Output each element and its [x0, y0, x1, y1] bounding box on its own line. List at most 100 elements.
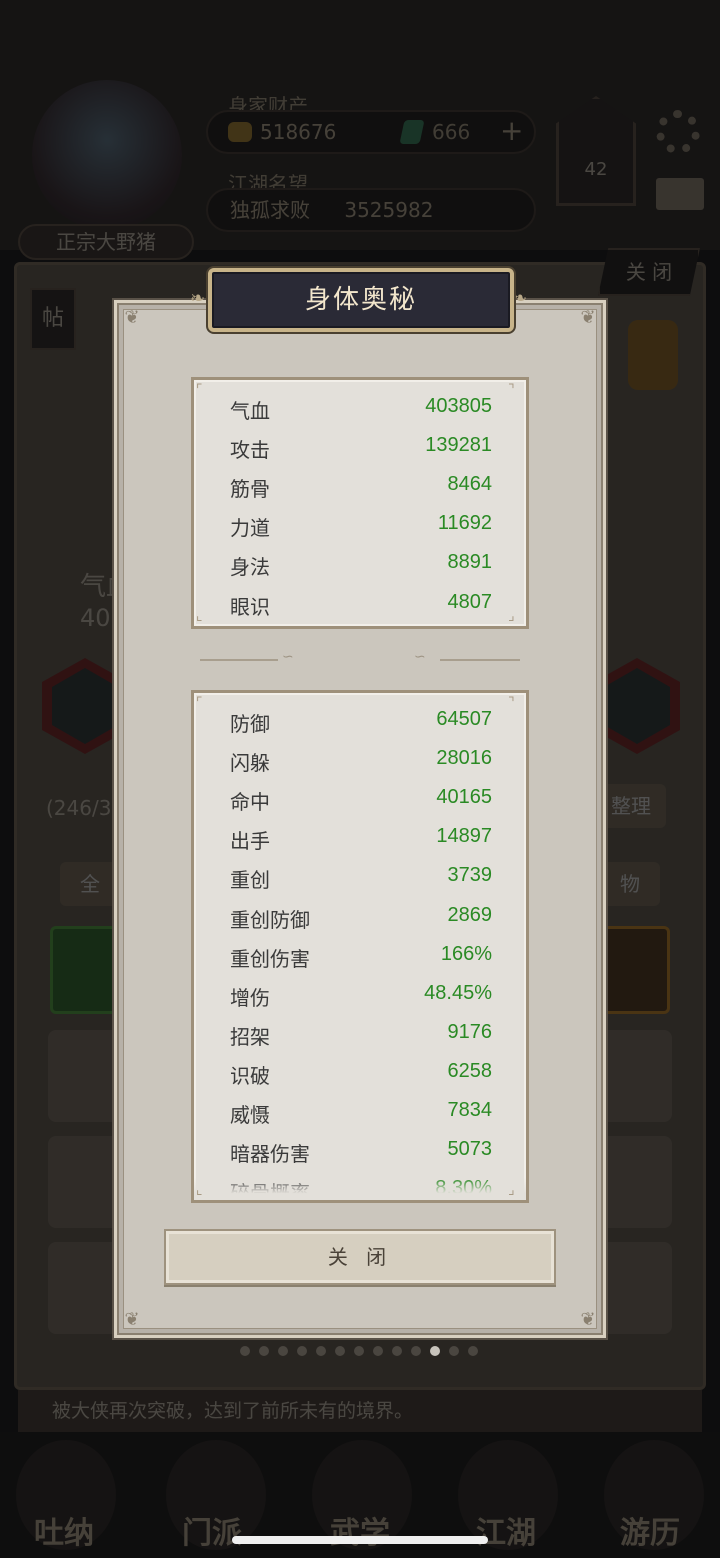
stat-row: 重创伤害 166% [230, 937, 492, 976]
stat-label: 闪躲 [230, 751, 270, 776]
nav-breathing-icon [16, 1440, 116, 1550]
box-corner-icon: ⌝ [508, 695, 515, 711]
stat-label: 增伤 [230, 985, 270, 1010]
stat-row: 出手 14897 [230, 819, 492, 858]
stat-label: 出手 [230, 829, 270, 854]
corner-ornament-icon: ❦ [124, 307, 140, 328]
tab-items: 物 [600, 862, 660, 906]
corner-ornament-icon: ❦ [124, 1309, 140, 1330]
box-corner-icon: ⌟ [508, 608, 515, 624]
assets-label: 身家财产 [228, 94, 308, 118]
dialog-title: 身体奥秘 [208, 268, 514, 332]
stat-label: 力道 [230, 516, 270, 541]
top-bar [0, 0, 720, 250]
stat-row: 防御 64507 [230, 702, 492, 741]
stat-row: 命中 40165 [230, 780, 492, 819]
stat-row: 闪躲 28016 [230, 741, 492, 780]
nav-travel-icon [604, 1440, 704, 1550]
stat-row: 识破 6258 [230, 1054, 492, 1093]
player-name: 正宗大野猪 [18, 224, 194, 260]
page-indicator [240, 1346, 478, 1356]
stat-value: 14897 [436, 825, 492, 848]
stat-value: 3739 [447, 864, 493, 887]
stat-label: 身法 [230, 555, 270, 580]
close-button[interactable]: 关 闭 [164, 1229, 556, 1285]
bag-count: (246/31 [46, 796, 125, 820]
level-value: 42 [584, 159, 608, 180]
mount-slot-right [594, 658, 680, 754]
stat-label: 防御 [230, 712, 270, 736]
stat-value: 48.45% [424, 981, 492, 1004]
stat-value: 64507 [436, 708, 492, 730]
tab-all: 全 [60, 862, 120, 906]
stat-label: 重创伤害 [230, 946, 310, 971]
stat-value: 6258 [447, 1059, 493, 1082]
item-slot-green [50, 926, 120, 1014]
stat-row: 眼识 4807 [230, 585, 492, 624]
page-dot [392, 1346, 402, 1356]
page-dot [411, 1346, 421, 1356]
panel-close-button: 关 闭 [598, 248, 700, 296]
stat-label: 暗器伤害 [230, 1142, 310, 1167]
fame-label: 江湖名望 [228, 172, 308, 196]
stat-label: 威慑 [230, 1103, 270, 1127]
divider-ornament-icon: ∽ [282, 649, 294, 665]
box-corner-icon: ⌜ [196, 382, 203, 398]
stat-label: 气血 [230, 399, 270, 423]
section-divider: ∽ ∽ [200, 649, 520, 665]
page-dot [278, 1346, 288, 1356]
box-corner-icon: ⌜ [196, 695, 203, 711]
stat-value: 8891 [447, 551, 493, 574]
stat-row: 威慑 7834 [230, 1093, 492, 1132]
stat-value: 8464 [447, 473, 493, 496]
sort-button: 整理 [596, 784, 666, 828]
item-slot-orange [600, 926, 670, 1014]
stat-label: 攻击 [230, 438, 270, 463]
stat-value: 4807 [447, 590, 493, 613]
title-flourish-icon: ❧ [512, 288, 528, 309]
stat-value: 11692 [437, 512, 492, 535]
box-corner-icon: ⌝ [508, 382, 515, 398]
jade-icon [399, 120, 425, 144]
nav-label: 武学 [330, 1516, 390, 1551]
mail-icon [656, 178, 704, 210]
stat-value: 5073 [447, 1138, 493, 1161]
stat-label: 重创防御 [230, 907, 310, 932]
currency-bar: 518676 [206, 110, 536, 154]
jade-amount: 666 [432, 120, 471, 144]
divider-line [200, 659, 278, 661]
stat-value: 28016 [436, 747, 492, 770]
lantern-icon [628, 320, 678, 390]
home-indicator[interactable] [232, 1536, 488, 1544]
advanced-stats-list[interactable]: ⌜ ⌝ 防御 64507 闪躲 28016 命中 40165 出手 14897 重创 3739 重创… [191, 690, 529, 1203]
fame-bar: 独孤求败 3525982 [206, 188, 536, 232]
page-dot [297, 1346, 307, 1356]
nav-label: 吐纳 [34, 1516, 94, 1551]
stat-label: 识破 [230, 1063, 270, 1088]
nav-sect-icon [166, 1440, 266, 1550]
stat-label: 命中 [230, 790, 270, 815]
page-dot [373, 1346, 383, 1356]
fame-value: 3525982 [344, 198, 434, 222]
avatar [32, 80, 182, 230]
corner-ornament-icon: ❦ [580, 307, 596, 328]
stat-value: 139281 [425, 434, 492, 457]
stat-label: 眼识 [230, 594, 270, 619]
page-dot [316, 1346, 326, 1356]
nav-martial-icon [312, 1440, 412, 1550]
stat-row: 身法 8891 [230, 545, 492, 584]
nav-label: 门派 [182, 1516, 242, 1551]
stat-value: 40165 [436, 786, 492, 809]
stat-row: 暗器伤害 5073 [230, 1132, 492, 1171]
divider-line [440, 659, 520, 661]
news-ticker: 被大侠再次突破，达到了前所未有的境界。 [18, 1390, 702, 1432]
add-currency-icon: + [500, 114, 524, 147]
stat-row: 重创防御 2869 [230, 898, 492, 937]
gear-icon [656, 110, 700, 154]
basic-stats-panel: ⌜ ⌝ ⌞ ⌟ 气血 403805 攻击 139281 筋骨 8464 力道 11692 身法 8… [191, 377, 529, 629]
divider-ornament-icon: ∽ [414, 649, 426, 665]
stat-label: 筋骨 [230, 477, 270, 502]
stat-row: 招架 9176 [230, 1015, 492, 1054]
box-corner-icon: ⌞ [196, 1182, 203, 1198]
fame-title: 独孤求败 [230, 198, 310, 222]
